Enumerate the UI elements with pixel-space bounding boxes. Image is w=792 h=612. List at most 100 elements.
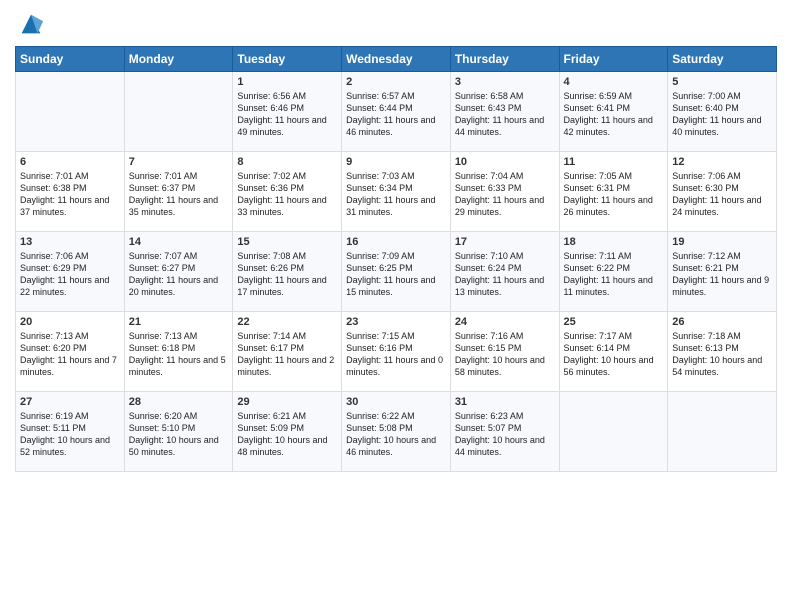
day-info: Sunrise: 7:06 AM Sunset: 6:30 PM Dayligh… bbox=[672, 170, 772, 219]
day-header-tuesday: Tuesday bbox=[233, 47, 342, 72]
day-info: Sunrise: 7:03 AM Sunset: 6:34 PM Dayligh… bbox=[346, 170, 446, 219]
day-number: 5 bbox=[672, 76, 772, 88]
day-number: 6 bbox=[20, 156, 120, 168]
calendar-table: SundayMondayTuesdayWednesdayThursdayFrid… bbox=[15, 46, 777, 472]
day-number: 27 bbox=[20, 396, 120, 408]
day-number: 11 bbox=[564, 156, 664, 168]
day-info: Sunrise: 7:11 AM Sunset: 6:22 PM Dayligh… bbox=[564, 250, 664, 299]
day-number: 19 bbox=[672, 236, 772, 248]
day-cell: 4 Sunrise: 6:59 AM Sunset: 6:41 PM Daylig… bbox=[559, 72, 668, 152]
day-number: 13 bbox=[20, 236, 120, 248]
day-cell: 17 Sunrise: 7:10 AM Sunset: 6:24 PM Dayli… bbox=[450, 232, 559, 312]
day-number: 21 bbox=[129, 316, 229, 328]
day-header-wednesday: Wednesday bbox=[342, 47, 451, 72]
day-header-thursday: Thursday bbox=[450, 47, 559, 72]
day-info: Sunrise: 7:00 AM Sunset: 6:40 PM Dayligh… bbox=[672, 90, 772, 139]
logo-icon bbox=[17, 10, 45, 38]
day-number: 12 bbox=[672, 156, 772, 168]
day-cell: 1 Sunrise: 6:56 AM Sunset: 6:46 PM Daylig… bbox=[233, 72, 342, 152]
day-info: Sunrise: 7:08 AM Sunset: 6:26 PM Dayligh… bbox=[237, 250, 337, 299]
day-cell: 14Sunrise: 7:07 AM Sunset: 6:27 PM Dayli… bbox=[124, 232, 233, 312]
day-cell: 5 Sunrise: 7:00 AM Sunset: 6:40 PM Daylig… bbox=[668, 72, 777, 152]
header-row: SundayMondayTuesdayWednesdayThursdayFrid… bbox=[16, 47, 777, 72]
day-cell: 23Sunrise: 7:15 AM Sunset: 6:16 PM Dayli… bbox=[342, 312, 451, 392]
day-cell: 8Sunrise: 7:02 AM Sunset: 6:36 PM Daylig… bbox=[233, 152, 342, 232]
day-header-sunday: Sunday bbox=[16, 47, 125, 72]
day-info: Sunrise: 6:57 AM Sunset: 6:44 PM Dayligh… bbox=[346, 90, 446, 139]
day-info: Sunrise: 6:59 AM Sunset: 6:41 PM Dayligh… bbox=[564, 90, 664, 139]
day-info: Sunrise: 7:18 AM Sunset: 6:13 PM Dayligh… bbox=[672, 330, 772, 379]
day-cell: 30 Sunrise: 6:22 AM Sunset: 5:08 PM Dayli… bbox=[342, 392, 451, 472]
day-info: Sunrise: 6:21 AM Sunset: 5:09 PM Dayligh… bbox=[237, 410, 337, 459]
day-number: 30 bbox=[346, 396, 446, 408]
day-cell: 11Sunrise: 7:05 AM Sunset: 6:31 PM Dayli… bbox=[559, 152, 668, 232]
day-cell bbox=[668, 392, 777, 472]
day-cell: 25 Sunrise: 7:17 AM Sunset: 6:14 PM Dayli… bbox=[559, 312, 668, 392]
day-cell: 2 Sunrise: 6:57 AM Sunset: 6:44 PM Daylig… bbox=[342, 72, 451, 152]
day-info: Sunrise: 7:13 AM Sunset: 6:18 PM Dayligh… bbox=[129, 330, 229, 379]
day-number: 25 bbox=[564, 316, 664, 328]
day-number: 17 bbox=[455, 236, 555, 248]
week-row-2: 6Sunrise: 7:01 AM Sunset: 6:38 PM Daylig… bbox=[16, 152, 777, 232]
day-cell: 7 Sunrise: 7:01 AM Sunset: 6:37 PM Daylig… bbox=[124, 152, 233, 232]
day-cell: 18 Sunrise: 7:11 AM Sunset: 6:22 PM Dayli… bbox=[559, 232, 668, 312]
day-cell: 29 Sunrise: 6:21 AM Sunset: 5:09 PM Dayli… bbox=[233, 392, 342, 472]
day-number: 1 bbox=[237, 76, 337, 88]
day-cell: 10 Sunrise: 7:04 AM Sunset: 6:33 PM Dayli… bbox=[450, 152, 559, 232]
day-info: Sunrise: 7:09 AM Sunset: 6:25 PM Dayligh… bbox=[346, 250, 446, 299]
day-info: Sunrise: 7:17 AM Sunset: 6:14 PM Dayligh… bbox=[564, 330, 664, 379]
day-number: 26 bbox=[672, 316, 772, 328]
day-number: 2 bbox=[346, 76, 446, 88]
day-info: Sunrise: 7:16 AM Sunset: 6:15 PM Dayligh… bbox=[455, 330, 555, 379]
day-info: Sunrise: 7:14 AM Sunset: 6:17 PM Dayligh… bbox=[237, 330, 337, 379]
day-cell: 3Sunrise: 6:58 AM Sunset: 6:43 PM Daylig… bbox=[450, 72, 559, 152]
day-info: Sunrise: 7:01 AM Sunset: 6:37 PM Dayligh… bbox=[129, 170, 229, 219]
day-cell: 20 Sunrise: 7:13 AM Sunset: 6:20 PM Dayli… bbox=[16, 312, 125, 392]
day-info: Sunrise: 7:02 AM Sunset: 6:36 PM Dayligh… bbox=[237, 170, 337, 219]
week-row-4: 20 Sunrise: 7:13 AM Sunset: 6:20 PM Dayli… bbox=[16, 312, 777, 392]
day-cell: 6Sunrise: 7:01 AM Sunset: 6:38 PM Daylig… bbox=[16, 152, 125, 232]
day-info: Sunrise: 7:04 AM Sunset: 6:33 PM Dayligh… bbox=[455, 170, 555, 219]
week-row-3: 13 Sunrise: 7:06 AM Sunset: 6:29 PM Dayli… bbox=[16, 232, 777, 312]
day-info: Sunrise: 6:22 AM Sunset: 5:08 PM Dayligh… bbox=[346, 410, 446, 459]
day-number: 7 bbox=[129, 156, 229, 168]
day-info: Sunrise: 7:06 AM Sunset: 6:29 PM Dayligh… bbox=[20, 250, 120, 299]
day-cell: 16Sunrise: 7:09 AM Sunset: 6:25 PM Dayli… bbox=[342, 232, 451, 312]
day-cell: 26 Sunrise: 7:18 AM Sunset: 6:13 PM Dayli… bbox=[668, 312, 777, 392]
day-cell bbox=[124, 72, 233, 152]
day-header-saturday: Saturday bbox=[668, 47, 777, 72]
day-number: 29 bbox=[237, 396, 337, 408]
day-number: 20 bbox=[20, 316, 120, 328]
day-info: Sunrise: 7:10 AM Sunset: 6:24 PM Dayligh… bbox=[455, 250, 555, 299]
day-info: Sunrise: 6:58 AM Sunset: 6:43 PM Dayligh… bbox=[455, 90, 555, 139]
day-cell: 13 Sunrise: 7:06 AM Sunset: 6:29 PM Dayli… bbox=[16, 232, 125, 312]
day-number: 24 bbox=[455, 316, 555, 328]
logo bbox=[15, 10, 45, 38]
day-cell bbox=[559, 392, 668, 472]
day-cell: 21 Sunrise: 7:13 AM Sunset: 6:18 PM Dayli… bbox=[124, 312, 233, 392]
day-number: 15 bbox=[237, 236, 337, 248]
day-info: Sunrise: 7:07 AM Sunset: 6:27 PM Dayligh… bbox=[129, 250, 229, 299]
week-row-1: 1 Sunrise: 6:56 AM Sunset: 6:46 PM Daylig… bbox=[16, 72, 777, 152]
day-cell: 28 Sunrise: 6:20 AM Sunset: 5:10 PM Dayli… bbox=[124, 392, 233, 472]
day-number: 23 bbox=[346, 316, 446, 328]
day-number: 22 bbox=[237, 316, 337, 328]
day-info: Sunrise: 6:19 AM Sunset: 5:11 PM Dayligh… bbox=[20, 410, 120, 459]
day-cell: 12 Sunrise: 7:06 AM Sunset: 6:30 PM Dayli… bbox=[668, 152, 777, 232]
day-info: Sunrise: 7:13 AM Sunset: 6:20 PM Dayligh… bbox=[20, 330, 120, 379]
day-cell: 24 Sunrise: 7:16 AM Sunset: 6:15 PM Dayli… bbox=[450, 312, 559, 392]
day-cell: 22 Sunrise: 7:14 AM Sunset: 6:17 PM Dayli… bbox=[233, 312, 342, 392]
day-number: 10 bbox=[455, 156, 555, 168]
day-number: 31 bbox=[455, 396, 555, 408]
day-number: 9 bbox=[346, 156, 446, 168]
day-info: Sunrise: 7:12 AM Sunset: 6:21 PM Dayligh… bbox=[672, 250, 772, 299]
day-cell: 15 Sunrise: 7:08 AM Sunset: 6:26 PM Dayli… bbox=[233, 232, 342, 312]
day-cell: 19 Sunrise: 7:12 AM Sunset: 6:21 PM Dayli… bbox=[668, 232, 777, 312]
day-number: 4 bbox=[564, 76, 664, 88]
day-info: Sunrise: 6:20 AM Sunset: 5:10 PM Dayligh… bbox=[129, 410, 229, 459]
day-number: 18 bbox=[564, 236, 664, 248]
day-number: 28 bbox=[129, 396, 229, 408]
day-header-monday: Monday bbox=[124, 47, 233, 72]
day-info: Sunrise: 6:56 AM Sunset: 6:46 PM Dayligh… bbox=[237, 90, 337, 139]
day-cell: 9 Sunrise: 7:03 AM Sunset: 6:34 PM Daylig… bbox=[342, 152, 451, 232]
